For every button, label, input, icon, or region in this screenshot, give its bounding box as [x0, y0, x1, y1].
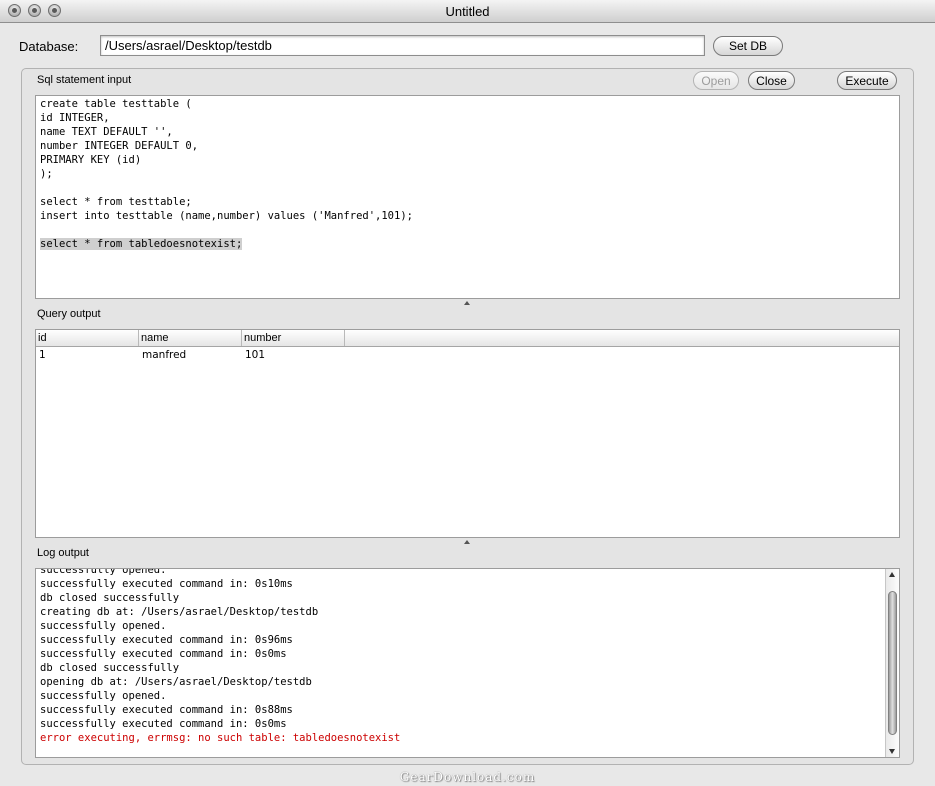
log-line: db closed successfully: [40, 592, 180, 604]
scrollbar-thumb[interactable]: [888, 591, 897, 735]
open-button[interactable]: Open: [693, 71, 739, 90]
cell-id: 1: [39, 349, 46, 361]
sql-line: create table testtable (: [40, 98, 192, 110]
sql-line: );: [40, 168, 53, 180]
window-title: Untitled: [445, 4, 490, 19]
log-line: db closed successfully: [40, 662, 180, 674]
column-header-name[interactable]: name: [139, 330, 242, 346]
log-line: successfully executed command in: 0s10ms: [40, 578, 293, 590]
log-line: successfully opened.: [40, 569, 167, 576]
sql-line: select * from testtable;: [40, 196, 192, 208]
log-line: successfully executed command in: 0s96ms: [40, 634, 293, 646]
query-output-label: Query output: [37, 308, 101, 320]
sql-line: name TEXT DEFAULT '',: [40, 126, 173, 138]
log-error-line: error executing, errmsg: no such table: …: [40, 732, 401, 744]
watermark: GearDownload.com: [399, 770, 536, 784]
sql-line: PRIMARY KEY (id): [40, 154, 142, 166]
database-label: Database:: [19, 39, 79, 54]
title-bar: Untitled: [0, 0, 935, 23]
log-line: successfully opened.: [40, 690, 167, 702]
log-output-label: Log output: [37, 547, 89, 559]
log-line: successfully executed command in: 0s88ms: [40, 704, 293, 716]
log-line: successfully opened.: [40, 620, 167, 632]
sql-line: id INTEGER,: [40, 112, 110, 124]
set-db-button[interactable]: Set DB: [713, 36, 783, 56]
log-line: creating db at: /Users/asrael/Desktop/te…: [40, 606, 319, 618]
splitter-handle-icon[interactable]: [464, 301, 470, 305]
log-output[interactable]: successfully opened. successfully execute…: [35, 568, 900, 758]
sql-line: select * from tabledoesnotexist;: [40, 238, 243, 250]
database-path-input[interactable]: [100, 35, 705, 56]
execute-button[interactable]: Execute: [837, 71, 897, 90]
scroll-up-arrow-icon[interactable]: [889, 572, 895, 577]
column-header-number[interactable]: number: [242, 330, 345, 346]
sql-text: create table testtable ( id INTEGER, name …: [40, 97, 413, 251]
scroll-down-arrow-icon[interactable]: [889, 749, 895, 754]
log-text: successfully opened. successfully execute…: [40, 569, 400, 745]
log-scrollbar[interactable]: [885, 569, 899, 757]
cell-name: manfred: [142, 349, 187, 361]
splitter-handle-icon[interactable]: [464, 540, 470, 544]
log-line: successfully executed command in: 0s0ms: [40, 648, 287, 660]
sql-line: number INTEGER DEFAULT 0,: [40, 140, 199, 152]
log-line: successfully executed command in: 0s0ms: [40, 718, 287, 730]
cell-number: 101: [245, 349, 266, 361]
sql-input-label: Sql statement input: [37, 74, 132, 86]
table-header: id name number: [36, 330, 899, 347]
query-output-table[interactable]: id name number 1 manfred 101: [35, 329, 900, 538]
sql-line: [40, 181, 413, 195]
column-header-id[interactable]: id: [36, 330, 139, 346]
close-button[interactable]: Close: [748, 71, 795, 90]
sql-editor[interactable]: create table testtable ( id INTEGER, name …: [35, 95, 900, 299]
sql-line: insert into testtable (name,number) valu…: [40, 210, 413, 222]
log-line: opening db at: /Users/asrael/Desktop/tes…: [40, 676, 312, 688]
sql-line: [40, 223, 413, 237]
